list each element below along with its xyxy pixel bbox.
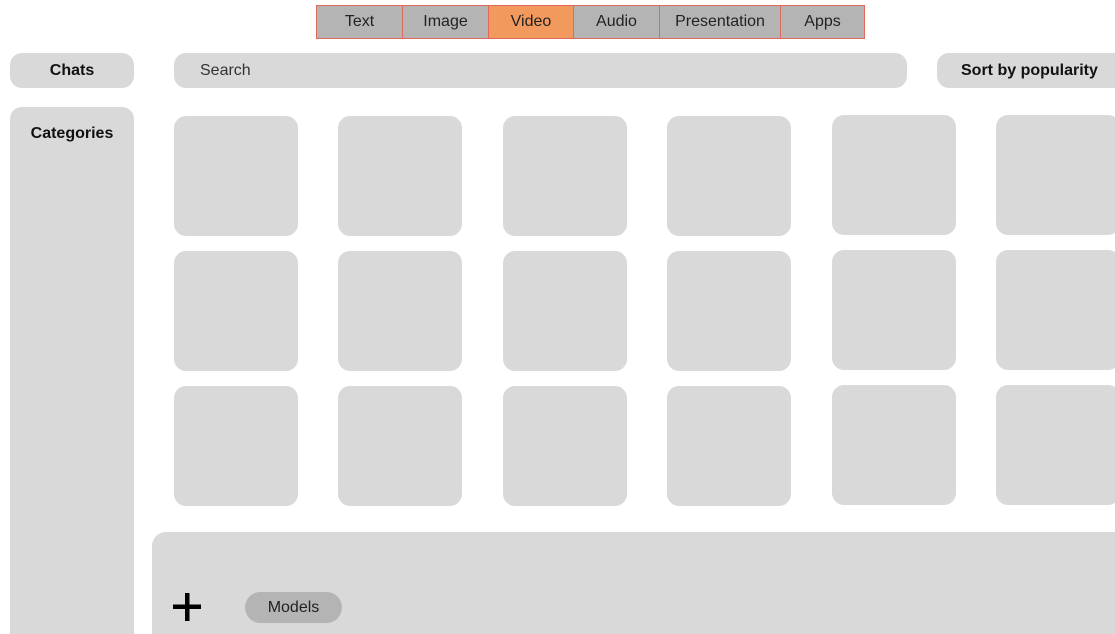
tab-video[interactable]: Video	[487, 5, 575, 39]
model-card[interactable]	[338, 116, 462, 236]
plus-icon	[173, 593, 201, 621]
tab-text[interactable]: Text	[315, 5, 404, 39]
tab-label: Presentation	[675, 13, 765, 30]
models-button[interactable]: Models	[245, 592, 342, 623]
model-card[interactable]	[667, 116, 791, 236]
model-card[interactable]	[996, 115, 1115, 235]
model-card[interactable]	[996, 385, 1115, 505]
model-card[interactable]	[832, 385, 956, 505]
model-card[interactable]	[667, 386, 791, 506]
sort-button-label: Sort by popularity	[961, 61, 1098, 79]
tab-presentation[interactable]: Presentation	[658, 5, 782, 39]
model-card[interactable]	[503, 386, 627, 506]
search-input[interactable]: Search	[174, 53, 907, 88]
model-card[interactable]	[174, 386, 298, 506]
model-card[interactable]	[503, 116, 627, 236]
tab-audio[interactable]: Audio	[573, 5, 660, 39]
categories-sidebar: Categories	[10, 107, 134, 634]
model-card[interactable]	[832, 250, 956, 370]
tab-label: Apps	[804, 13, 841, 30]
model-card[interactable]	[667, 251, 791, 371]
add-button[interactable]	[170, 590, 204, 624]
model-card[interactable]	[832, 115, 956, 235]
models-button-label: Models	[267, 598, 320, 616]
sort-by-popularity-button[interactable]: Sort by popularity	[937, 53, 1115, 88]
media-type-tabs: Text Image Video Audio Presentation Apps	[315, 5, 865, 39]
model-card[interactable]	[338, 386, 462, 506]
chats-button-label: Chats	[49, 61, 95, 79]
model-card[interactable]	[174, 251, 298, 371]
model-card[interactable]	[996, 250, 1115, 370]
app-window: Text Image Video Audio Presentation Apps…	[0, 0, 1115, 634]
categories-title: Categories	[30, 125, 114, 142]
tab-label: Video	[510, 13, 552, 30]
tab-label: Image	[423, 13, 468, 30]
search-placeholder: Search	[200, 61, 251, 79]
chats-button[interactable]: Chats	[10, 53, 134, 88]
model-card[interactable]	[503, 251, 627, 371]
tab-image[interactable]: Image	[402, 5, 489, 39]
tab-label: Audio	[596, 13, 637, 30]
model-card[interactable]	[174, 116, 298, 236]
model-card[interactable]	[338, 251, 462, 371]
tab-label: Text	[344, 13, 375, 30]
tab-apps[interactable]: Apps	[780, 5, 865, 39]
